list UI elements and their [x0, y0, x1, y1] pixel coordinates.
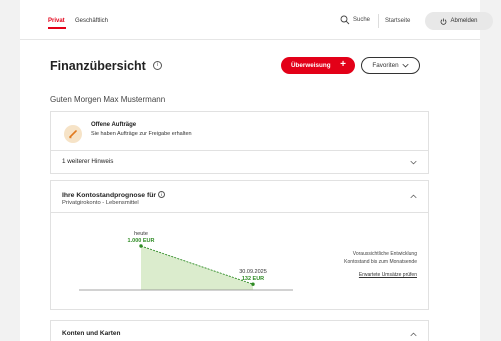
- info-icon[interactable]: i: [153, 61, 162, 70]
- page-title: Finanzübersicht: [50, 59, 146, 73]
- logout-button[interactable]: Abmelden: [425, 12, 493, 30]
- favorites-button[interactable]: Favoriten: [361, 57, 420, 74]
- forecast-title-text: Ihre Kontostandprognose für: [62, 192, 157, 199]
- search-label: Suche: [353, 17, 371, 23]
- forecast-chart: heute 1.000 EUR 30.09.2025 132 EUR: [79, 231, 293, 291]
- forecast-card: Ihre Kontostandprognose für i Privatgirok…: [50, 180, 429, 310]
- search-button[interactable]: Suche: [340, 15, 370, 25]
- plus-icon: +: [340, 59, 346, 70]
- accounts-card: Konten und Karten: [50, 320, 429, 341]
- forecast-description-2: Kontostand bis zum Monatsende: [344, 259, 417, 265]
- open-orders-subtitle: Sie haben Aufträge zur Freigabe erhalten: [91, 131, 192, 137]
- open-orders-card: Offene Aufträge Sie haben Aufträge zur F…: [50, 111, 429, 174]
- forecast-account: Privatgirokonto - Lebensmittel: [62, 200, 139, 206]
- chevron-down-icon: [402, 63, 409, 68]
- logout-label: Abmelden: [450, 18, 478, 24]
- chart-point-end: [251, 282, 255, 286]
- chevron-down-icon[interactable]: [410, 159, 417, 166]
- chart-area: [141, 246, 253, 290]
- card-divider: [51, 150, 428, 151]
- accounts-title: Konten und Karten: [62, 330, 121, 337]
- forecast-description-1: Voraussichtliche Entwicklung: [352, 251, 417, 257]
- home-link[interactable]: Startseite: [385, 18, 410, 24]
- favorites-label: Favoriten: [372, 62, 399, 69]
- tab-geschaeftlich[interactable]: Geschäftlich: [75, 18, 108, 24]
- nav-divider: [378, 14, 379, 28]
- open-orders-title[interactable]: Offene Aufträge: [91, 122, 136, 128]
- pen-icon: [64, 125, 82, 143]
- greeting-text: Guten Morgen Max Mustermann: [50, 95, 166, 104]
- page: Privat Geschäftlich Suche Startseite Abm…: [20, 0, 493, 341]
- chart-value-end: 132 EUR: [242, 276, 264, 282]
- chart-point-today: [139, 244, 143, 248]
- check-expected-transactions-link[interactable]: Erwartete Umsätze prüfen: [359, 272, 417, 278]
- chart-label-today: heute: [134, 231, 148, 237]
- info-icon[interactable]: i: [158, 191, 166, 198]
- search-icon: [340, 15, 350, 25]
- chevron-up-icon[interactable]: [410, 331, 417, 338]
- transfer-button[interactable]: Überweisung +: [281, 57, 355, 74]
- transfer-label: Überweisung: [291, 62, 331, 69]
- chevron-up-icon[interactable]: [410, 193, 417, 200]
- power-icon: [441, 18, 447, 25]
- card-divider: [51, 212, 428, 213]
- chart-value-today: 1.000 EUR: [128, 238, 155, 244]
- top-navigation: Privat Geschäftlich Suche Startseite Abm…: [20, 0, 493, 40]
- active-tab-indicator: [48, 27, 66, 29]
- more-hints-toggle[interactable]: 1 weiterer Hinweis: [62, 158, 113, 165]
- tab-privat[interactable]: Privat: [48, 18, 65, 24]
- forecast-title: Ihre Kontostandprognose für i: [62, 191, 166, 199]
- chart-label-end: 30.09.2025: [239, 269, 267, 275]
